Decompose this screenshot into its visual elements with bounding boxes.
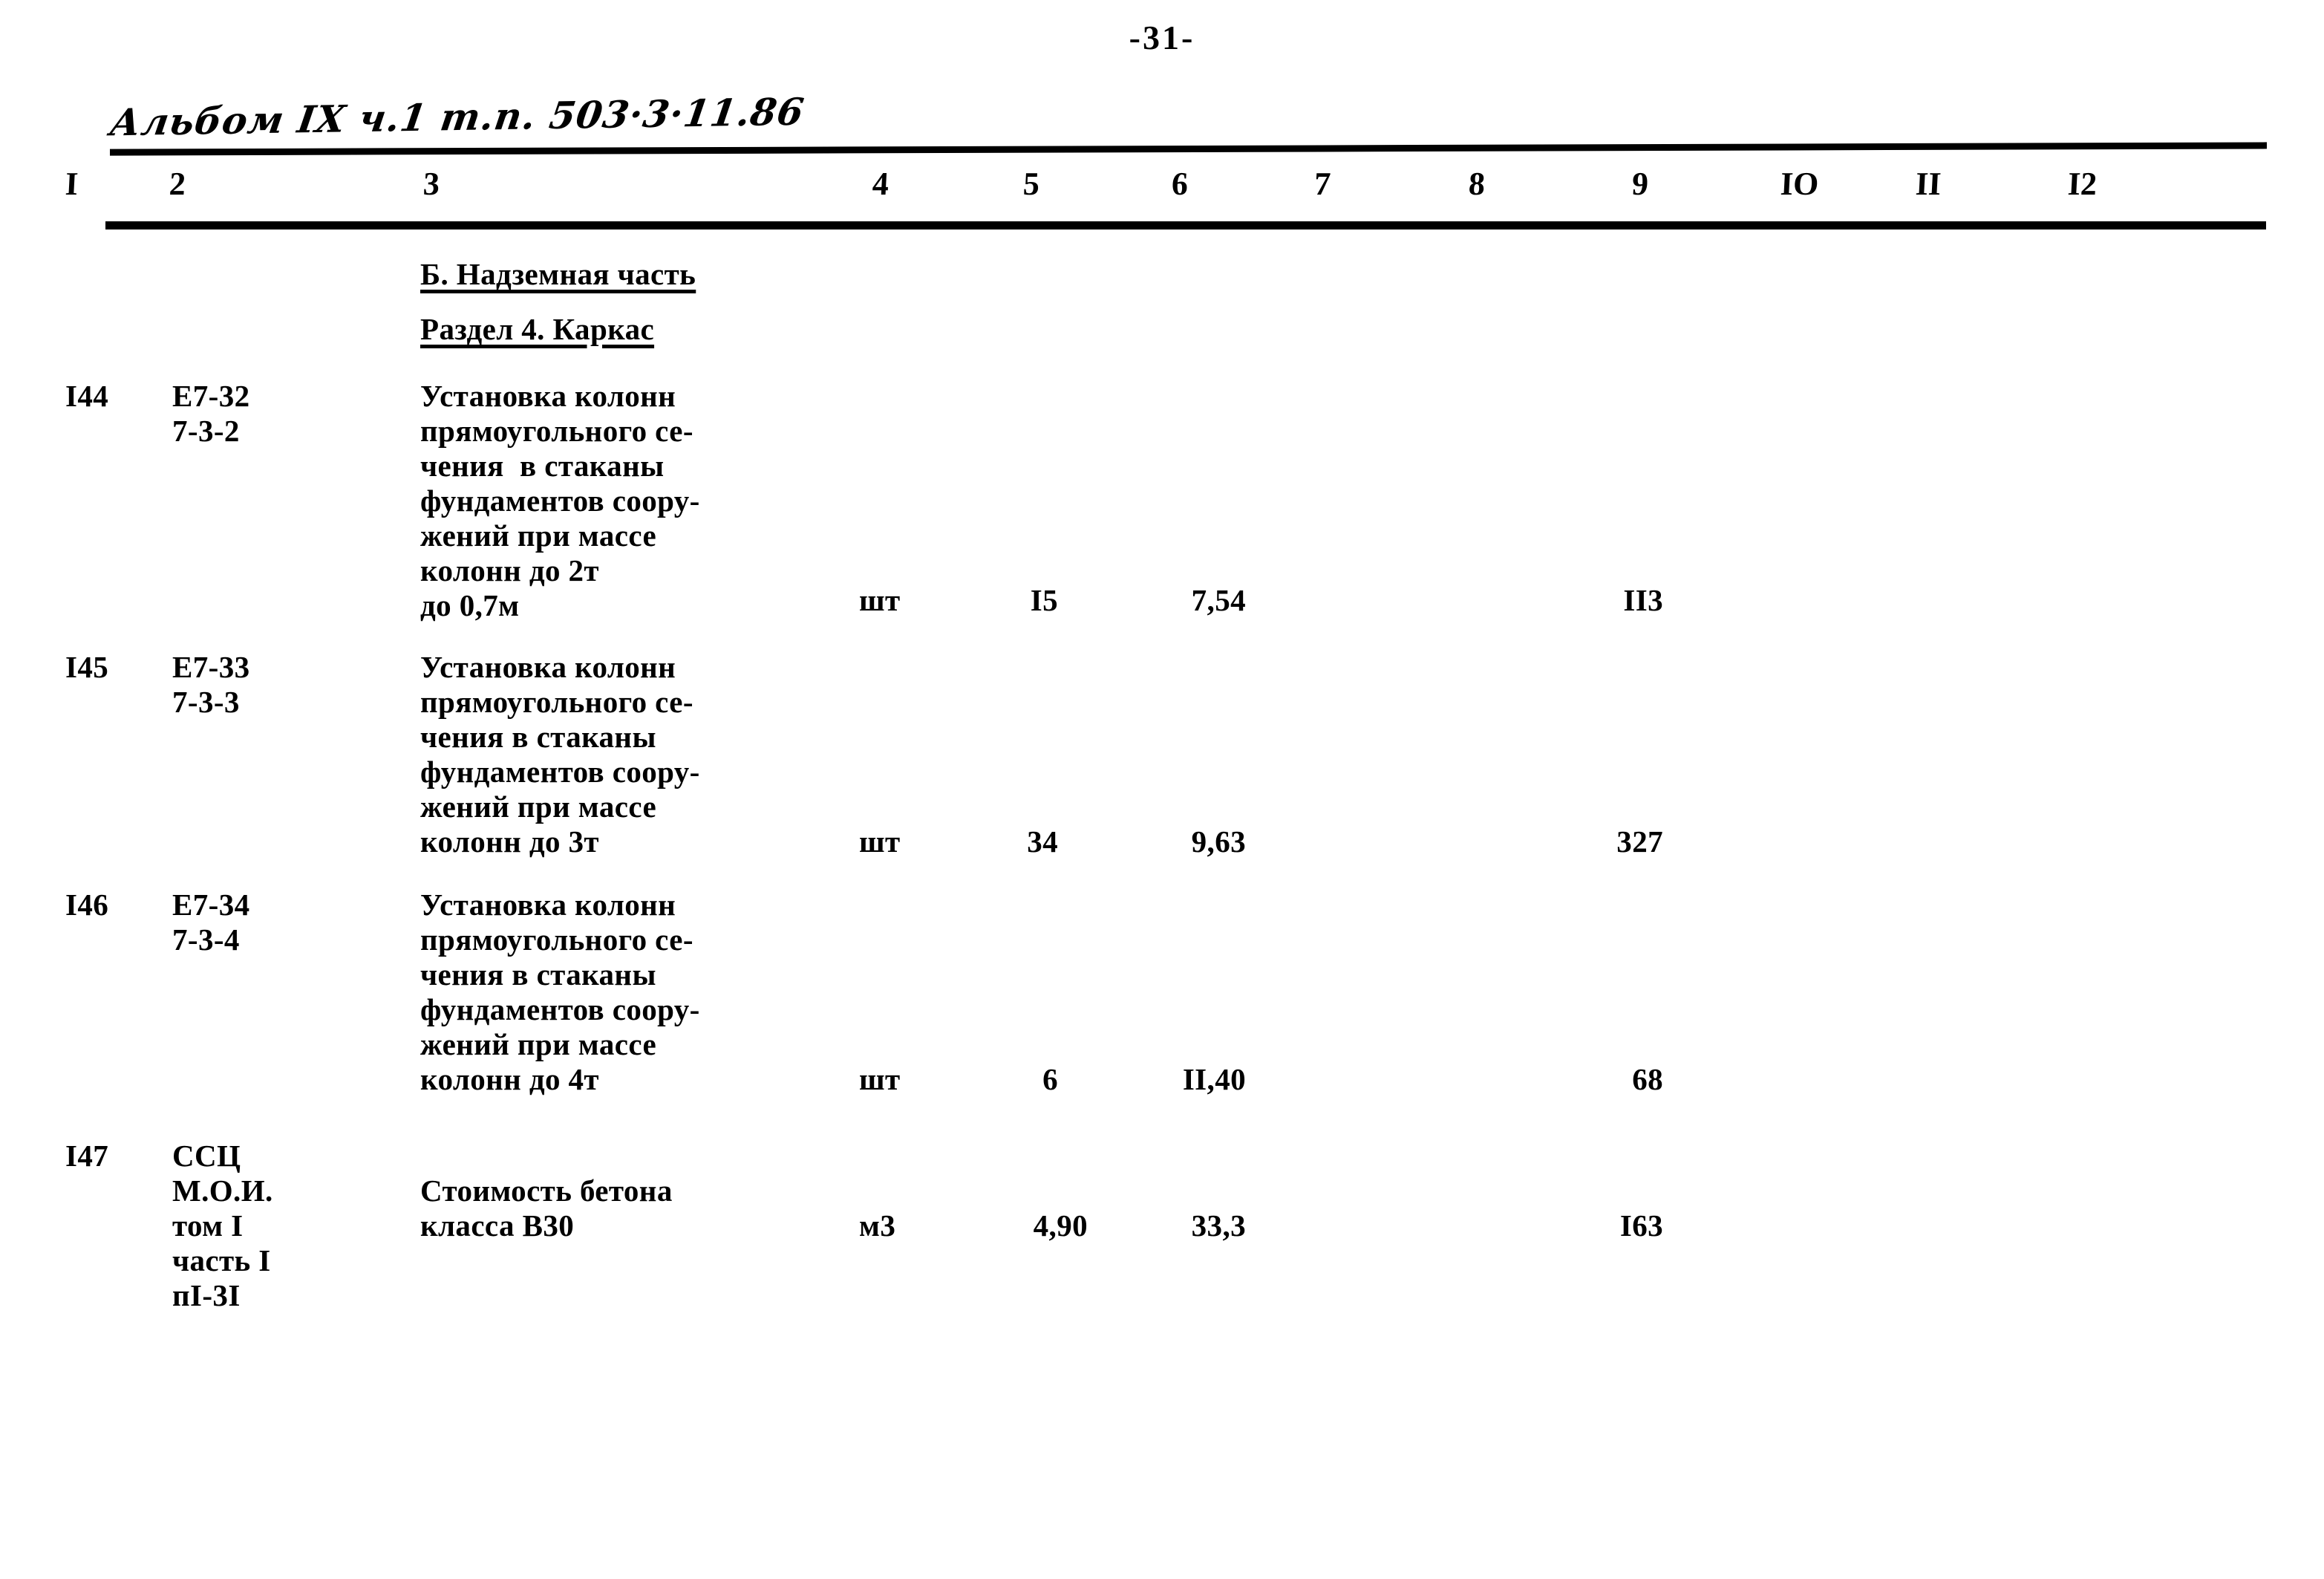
column-header-10: IO [1779, 166, 1820, 202]
column-header-2: 2 [168, 166, 187, 202]
row-number: I44 [65, 379, 109, 413]
row-total: 68 [1632, 1062, 1663, 1096]
column-header-7: 7 [1313, 166, 1332, 202]
row-description-line: жений при массе [420, 518, 657, 553]
row-unit: шт [859, 583, 901, 617]
section-heading-chapter-4: Раздел 4. Каркас [420, 312, 655, 346]
row-description-line: прямоугольного се- [420, 685, 693, 719]
row-description-line: до 0,7м [420, 588, 520, 622]
row-number: I45 [65, 650, 109, 684]
row-description-line: Стоимость бетона [420, 1173, 673, 1208]
row-description-line: чения в стаканы [420, 957, 656, 992]
row-quantity: 6 [1042, 1062, 1058, 1096]
row-code-line-2: 7-3-4 [172, 922, 240, 957]
row-description-line: фундаментов соору- [420, 992, 700, 1026]
document-page: -31- Альбом IX ч.1 т.п. 503·3·11.86 I 2 … [0, 0, 2324, 1579]
row-description-line: прямоугольного се- [420, 414, 693, 448]
row-description-line: класса В30 [420, 1208, 575, 1243]
column-header-8: 8 [1467, 166, 1486, 202]
row-total: I63 [1619, 1208, 1663, 1243]
row-unit-price: 33,3 [1191, 1208, 1246, 1243]
row-description-line: чения в стаканы [420, 449, 665, 483]
row-description-line: Установка колонн [420, 888, 676, 922]
row-description-line: Установка колонн [420, 379, 676, 413]
column-header-6: 6 [1170, 166, 1189, 202]
table-rule-top [109, 142, 2268, 156]
column-header-1: I [64, 166, 79, 202]
row-number: I47 [65, 1139, 109, 1173]
row-description-line: фундаментов соору- [420, 484, 700, 518]
row-description-line: колонн до 3т [420, 824, 599, 859]
row-total: II3 [1623, 583, 1663, 617]
row-total: 327 [1616, 824, 1663, 859]
row-unit: м3 [859, 1208, 896, 1243]
row-description-line: жений при массе [420, 790, 657, 824]
row-description-line: Установка колонн [420, 650, 676, 684]
row-unit-price: 7,54 [1191, 583, 1246, 617]
column-header-11: II [1914, 166, 1942, 202]
row-unit: шт [859, 1062, 901, 1096]
row-code-line-1: ССЦ [172, 1139, 241, 1173]
row-unit-price: II,40 [1182, 1062, 1246, 1096]
row-code-line-3: том I [172, 1208, 244, 1243]
column-header-12: I2 [2066, 166, 2098, 202]
row-code-line-1: Е7-34 [172, 888, 250, 922]
column-header-4: 4 [871, 166, 890, 202]
row-description-line: колонн до 2т [420, 553, 599, 587]
table-rule-bottom [105, 221, 2266, 229]
row-description-line: прямоугольного се- [420, 922, 693, 957]
row-unit: шт [859, 824, 901, 859]
row-description-line: жений при массе [420, 1027, 657, 1061]
row-quantity: I5 [1030, 583, 1058, 617]
album-annotation: Альбом IX ч.1 т.п. 503·3·11.86 [107, 89, 807, 145]
row-code-line-2: 7-3-3 [172, 685, 240, 719]
row-description-line: чения в стаканы [420, 720, 656, 754]
row-number: I46 [65, 888, 109, 922]
row-quantity: 34 [1027, 824, 1058, 859]
row-code-line-1: Е7-32 [172, 379, 250, 413]
page-number: -31- [1129, 19, 1195, 56]
row-description-line: колонн до 4т [420, 1062, 599, 1096]
row-unit-price: 9,63 [1191, 824, 1246, 859]
row-code-line-2: 7-3-2 [172, 414, 240, 448]
row-code-line-5: пI-3I [172, 1278, 241, 1312]
section-heading-above-ground: Б. Надземная часть [420, 257, 696, 291]
row-quantity: 4,90 [1033, 1208, 1088, 1243]
row-code-line-1: Е7-33 [172, 650, 250, 684]
row-code-line-2: М.О.И. [172, 1173, 273, 1208]
column-header-5: 5 [1022, 166, 1041, 202]
row-description-line: фундаментов соору- [420, 755, 700, 789]
column-header-3: 3 [422, 166, 441, 202]
column-header-9: 9 [1631, 166, 1650, 202]
row-code-line-4: часть I [172, 1243, 271, 1277]
